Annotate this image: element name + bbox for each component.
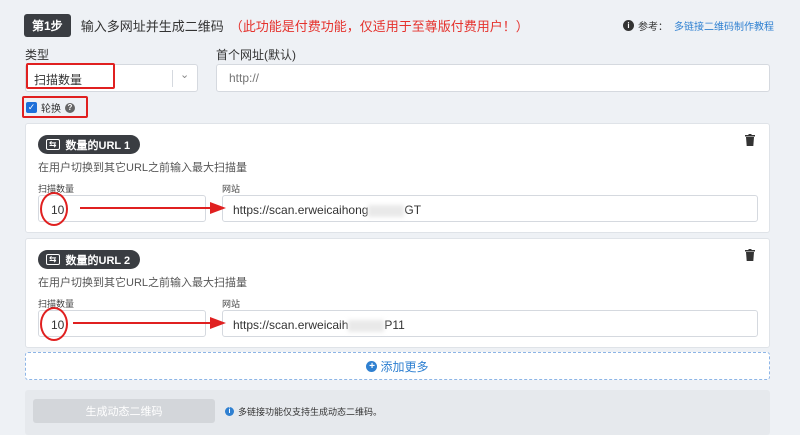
annotation-arrow xyxy=(80,202,226,214)
trash-icon[interactable] xyxy=(745,249,755,261)
first-url-input[interactable] xyxy=(216,64,770,92)
reference-label: 参考： xyxy=(638,22,668,33)
website-input[interactable]: https://scan.erweicaihong GT xyxy=(222,195,758,222)
info-icon: i xyxy=(225,407,234,416)
plus-icon: + xyxy=(366,360,378,372)
redacted-blur xyxy=(368,204,405,217)
redacted-blur xyxy=(348,319,385,332)
paid-feature-note: （此功能是付费功能，仅适用于至尊版付费用户！） xyxy=(229,18,529,34)
website-label: 网站 xyxy=(222,184,241,194)
website-url-start: https://scan.erweicaihong xyxy=(233,203,369,217)
url-card-description: 在用户切换到其它URL之前输入最大扫描量 xyxy=(38,162,248,174)
reference: i 参考： 多链接二维码制作教程 xyxy=(623,18,774,33)
step-title: 输入多网址并生成二维码 xyxy=(80,18,224,34)
annotation-circle xyxy=(40,192,68,226)
footer-note-text: 多链接功能仅支持生成动态二维码。 xyxy=(238,407,383,417)
type-label: 类型 xyxy=(25,48,50,62)
annotation-circle xyxy=(40,307,68,341)
website-url-end: GT xyxy=(404,203,422,217)
add-more-label: 添加更多 xyxy=(380,359,429,374)
info-icon: i xyxy=(623,20,634,31)
first-url-label: 首个网址(默认) xyxy=(216,48,296,62)
select-divider xyxy=(172,70,173,87)
url-card-title: 数量的URL 2 xyxy=(65,254,131,267)
swap-icon: ⇆ xyxy=(46,139,60,150)
trash-icon[interactable] xyxy=(745,134,755,146)
url-card-2: ⇆ 数量的URL 2 在用户切换到其它URL之前输入最大扫描量 扫描数量 网站 … xyxy=(25,238,770,348)
step-header: 第1步 输入多网址并生成二维码 （此功能是付费功能，仅适用于至尊版付费用户！） … xyxy=(24,13,774,37)
add-more-button[interactable]: + 添加更多 xyxy=(25,352,770,380)
url-card-1: ⇆ 数量的URL 1 在用户切换到其它URL之前输入最大扫描量 扫描数量 网站 … xyxy=(25,123,770,233)
footer-panel: 生成动态二维码 i 多链接功能仅支持生成动态二维码。 xyxy=(25,390,770,435)
annotation-arrow xyxy=(73,317,226,329)
step-badge: 第1步 xyxy=(24,13,71,37)
annotation-box xyxy=(22,96,88,118)
website-label: 网站 xyxy=(222,299,241,309)
website-url-start: https://scan.erweicaih xyxy=(233,318,349,332)
url-card-title: 数量的URL 1 xyxy=(65,139,131,152)
website-url-end: P11 xyxy=(384,318,405,332)
url-card-tag: ⇆ 数量的URL 2 xyxy=(38,250,141,269)
tutorial-link[interactable]: 多链接二维码制作教程 xyxy=(674,18,774,33)
website-input[interactable]: https://scan.erweicaih P11 xyxy=(222,310,758,337)
url-card-tag: ⇆ 数量的URL 1 xyxy=(38,135,141,154)
swap-icon: ⇆ xyxy=(46,254,60,265)
footer-note: i 多链接功能仅支持生成动态二维码。 xyxy=(225,405,382,418)
url-card-description: 在用户切换到其它URL之前输入最大扫描量 xyxy=(38,277,248,289)
chevron-down-icon: ⌄ xyxy=(180,69,190,81)
annotation-box xyxy=(26,63,115,89)
generate-qr-button[interactable]: 生成动态二维码 xyxy=(33,399,215,423)
